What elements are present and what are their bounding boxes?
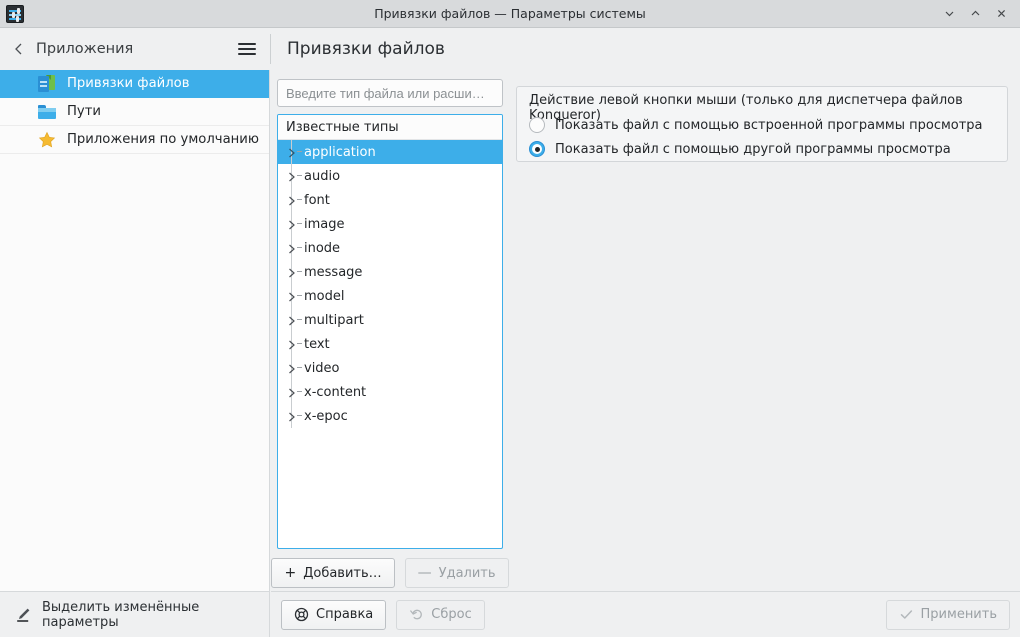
maximize-button[interactable] xyxy=(962,2,988,26)
tree-item-label: x-content xyxy=(304,384,367,400)
hamburger-menu-icon[interactable] xyxy=(236,38,258,60)
search-input[interactable] xyxy=(277,79,503,107)
chevron-right-icon[interactable] xyxy=(286,140,303,164)
chevron-right-icon[interactable] xyxy=(286,164,303,188)
tree-item-label: audio xyxy=(304,168,341,184)
chevron-right-icon[interactable] xyxy=(286,308,303,332)
checkmark-icon xyxy=(899,607,914,622)
chevron-right-icon[interactable] xyxy=(286,380,303,404)
tree-item-inode[interactable]: inode xyxy=(278,236,502,260)
chevron-right-icon[interactable] xyxy=(286,332,303,356)
tree-item-font[interactable]: font xyxy=(278,188,502,212)
file-associations-icon xyxy=(38,74,56,93)
bottom-button-bar: Справка Сброс Применить xyxy=(271,591,1020,637)
help-lifering-icon xyxy=(294,607,309,622)
radio-button-icon[interactable] xyxy=(529,141,545,157)
folder-icon xyxy=(38,103,56,121)
tree-item-x-content[interactable]: x-content xyxy=(278,380,502,404)
chevron-right-icon[interactable] xyxy=(286,188,303,212)
page-title: Привязки файлов xyxy=(287,39,445,59)
sidebar-item-label: Пути xyxy=(67,104,101,119)
minimize-button[interactable] xyxy=(936,2,962,26)
apply-button[interactable]: Применить xyxy=(885,599,1010,630)
tree-item-label: text xyxy=(304,336,330,352)
sidebar-item-default-applications[interactable]: Приложения по умолчанию xyxy=(0,126,269,154)
star-icon xyxy=(38,131,56,149)
tree-item-label: x-epoc xyxy=(304,408,348,424)
chevron-right-icon[interactable] xyxy=(286,284,303,308)
tree-item-image[interactable]: image xyxy=(278,212,502,236)
tree-item-label: multipart xyxy=(304,312,364,328)
chevron-right-icon[interactable] xyxy=(286,356,303,380)
sidebar-item-file-associations[interactable]: Привязки файлов xyxy=(0,70,269,98)
tree-item-label: inode xyxy=(304,240,341,256)
reset-button-label: Сброс xyxy=(431,607,472,622)
tree-item-x-epoc[interactable]: x-epoc xyxy=(278,404,502,428)
sidebar-header: Приложения xyxy=(0,28,270,70)
radio-option-label: Показать файл с помощью другой программы… xyxy=(555,141,951,157)
tree-item-label: model xyxy=(304,288,345,304)
list-action-buttons: + Добавить… — Удалить xyxy=(271,558,509,588)
help-button[interactable]: Справка xyxy=(281,599,387,630)
apply-button-label: Применить xyxy=(920,607,997,622)
tree-header: Известные типы xyxy=(278,115,502,140)
chevron-right-icon[interactable] xyxy=(286,404,303,428)
chevron-right-icon[interactable] xyxy=(286,260,303,284)
help-button-label: Справка xyxy=(316,607,374,622)
highlight-changed-settings-label[interactable]: Выделить изменённые параметры xyxy=(42,600,269,630)
sidebar-item-label: Привязки файлов xyxy=(67,76,190,91)
reset-button[interactable]: Сброс xyxy=(396,599,485,630)
radio-option-label: Показать файл с помощью встроенной прогр… xyxy=(555,117,983,133)
sidebar: Привязки файлов Пути Приложения по умолч… xyxy=(0,70,270,591)
back-chevron-icon[interactable] xyxy=(10,40,28,58)
tree-item-label: message xyxy=(304,264,363,280)
main-content: Известные типы application audio xyxy=(271,70,1020,591)
sidebar-item-label: Приложения по умолчанию xyxy=(67,132,259,147)
chevron-right-icon[interactable] xyxy=(286,212,303,236)
status-bar-left: Выделить изменённые параметры xyxy=(0,591,270,637)
tree-item-audio[interactable]: audio xyxy=(278,164,502,188)
sidebar-item-paths[interactable]: Пути xyxy=(0,98,269,126)
tree-item-application[interactable]: application xyxy=(278,140,502,164)
radio-button-icon[interactable] xyxy=(529,117,545,133)
chevron-right-icon[interactable] xyxy=(286,236,303,260)
minus-icon: — xyxy=(417,565,432,581)
radio-option-separate-viewer[interactable]: Показать файл с помощью другой программы… xyxy=(529,141,951,157)
tree-item-model[interactable]: model xyxy=(278,284,502,308)
tree-body: application audio font image inode messa… xyxy=(278,140,502,428)
window-title: Привязки файлов — Параметры системы xyxy=(374,5,646,21)
remove-button-label: Удалить xyxy=(438,565,496,581)
undo-arrow-icon xyxy=(409,607,424,622)
system-settings-icon xyxy=(6,4,24,23)
tree-item-video[interactable]: video xyxy=(278,356,502,380)
tree-item-label: video xyxy=(304,360,340,376)
add-button-label: Добавить… xyxy=(303,565,382,581)
add-button[interactable]: + Добавить… xyxy=(271,558,395,588)
mime-type-tree[interactable]: Известные типы application audio font im… xyxy=(277,114,503,549)
tree-item-label: image xyxy=(304,216,345,232)
tree-item-message[interactable]: message xyxy=(278,260,502,284)
tree-item-label: font xyxy=(304,192,330,208)
highlighter-pen-icon xyxy=(14,606,32,624)
remove-button[interactable]: — Удалить xyxy=(404,558,509,588)
radio-option-embedded-viewer[interactable]: Показать файл с помощью встроенной прогр… xyxy=(529,117,983,133)
left-click-action-groupbox: Действие левой кнопки мыши (только для д… xyxy=(516,86,1008,162)
back-label[interactable]: Приложения xyxy=(36,41,133,57)
tree-item-label: application xyxy=(304,144,376,160)
header-bar: Приложения Привязки файлов xyxy=(0,28,1020,70)
tree-item-multipart[interactable]: multipart xyxy=(278,308,502,332)
tree-item-text[interactable]: text xyxy=(278,332,502,356)
plus-icon: + xyxy=(284,565,297,581)
window-controls xyxy=(936,2,1020,26)
titlebar: Привязки файлов — Параметры системы xyxy=(0,0,1020,28)
close-button[interactable] xyxy=(988,2,1014,26)
